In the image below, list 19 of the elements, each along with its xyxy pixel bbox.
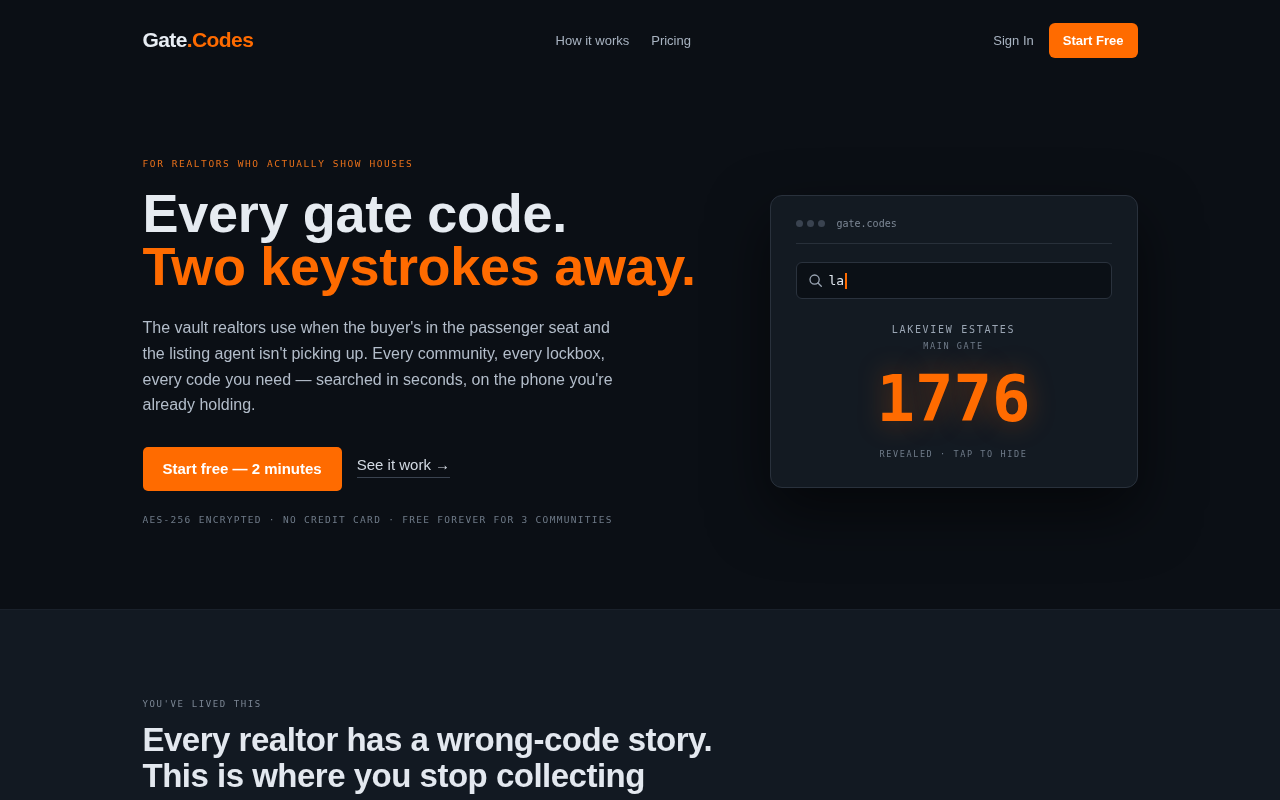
search-field[interactable]: la <box>795 262 1112 299</box>
eyebrow-text: FOR REALTORS WHO ACTUALLY SHOW HOUSES <box>142 158 414 170</box>
gate-name: MAIN GATE <box>923 341 984 351</box>
see-it-work-link[interactable]: See it work → <box>356 456 451 479</box>
nav-link[interactable]: How it works <box>555 32 630 48</box>
sign-in-link[interactable]: Sign In <box>993 32 1034 48</box>
logo[interactable]: Gate.Codes <box>142 28 254 52</box>
search-icon <box>808 274 822 287</box>
eyebrow-text: YOU'VE LIVED THIS <box>142 699 262 709</box>
nav-link[interactable]: Pricing <box>651 32 691 48</box>
address-text: gate.codes <box>836 218 897 229</box>
window-dots-icon <box>795 220 825 227</box>
status-text: REVEALED · TAP TO HIDE <box>879 449 1028 459</box>
hero-description: The vault realtors use when the buyer's in the passenger seat and the listing agent isn't picking up. Every community, every lockbox, every code you need — searched in seconds, on the phone you're already holding. <box>142 318 614 416</box>
gate-code: 1776 <box>876 363 1031 435</box>
community-name: LAKEVIEW ESTATES <box>891 324 1016 335</box>
section-headline: Every realtor has a wrong-code story. This is where you stop collecting <box>142 722 714 794</box>
headline: Every gate code. <box>142 187 567 241</box>
trust-line: AES-256 ENCRYPTED · NO CREDIT CARD · FREE FOREVER FOR 3 COMMUNITIES <box>142 513 613 525</box>
